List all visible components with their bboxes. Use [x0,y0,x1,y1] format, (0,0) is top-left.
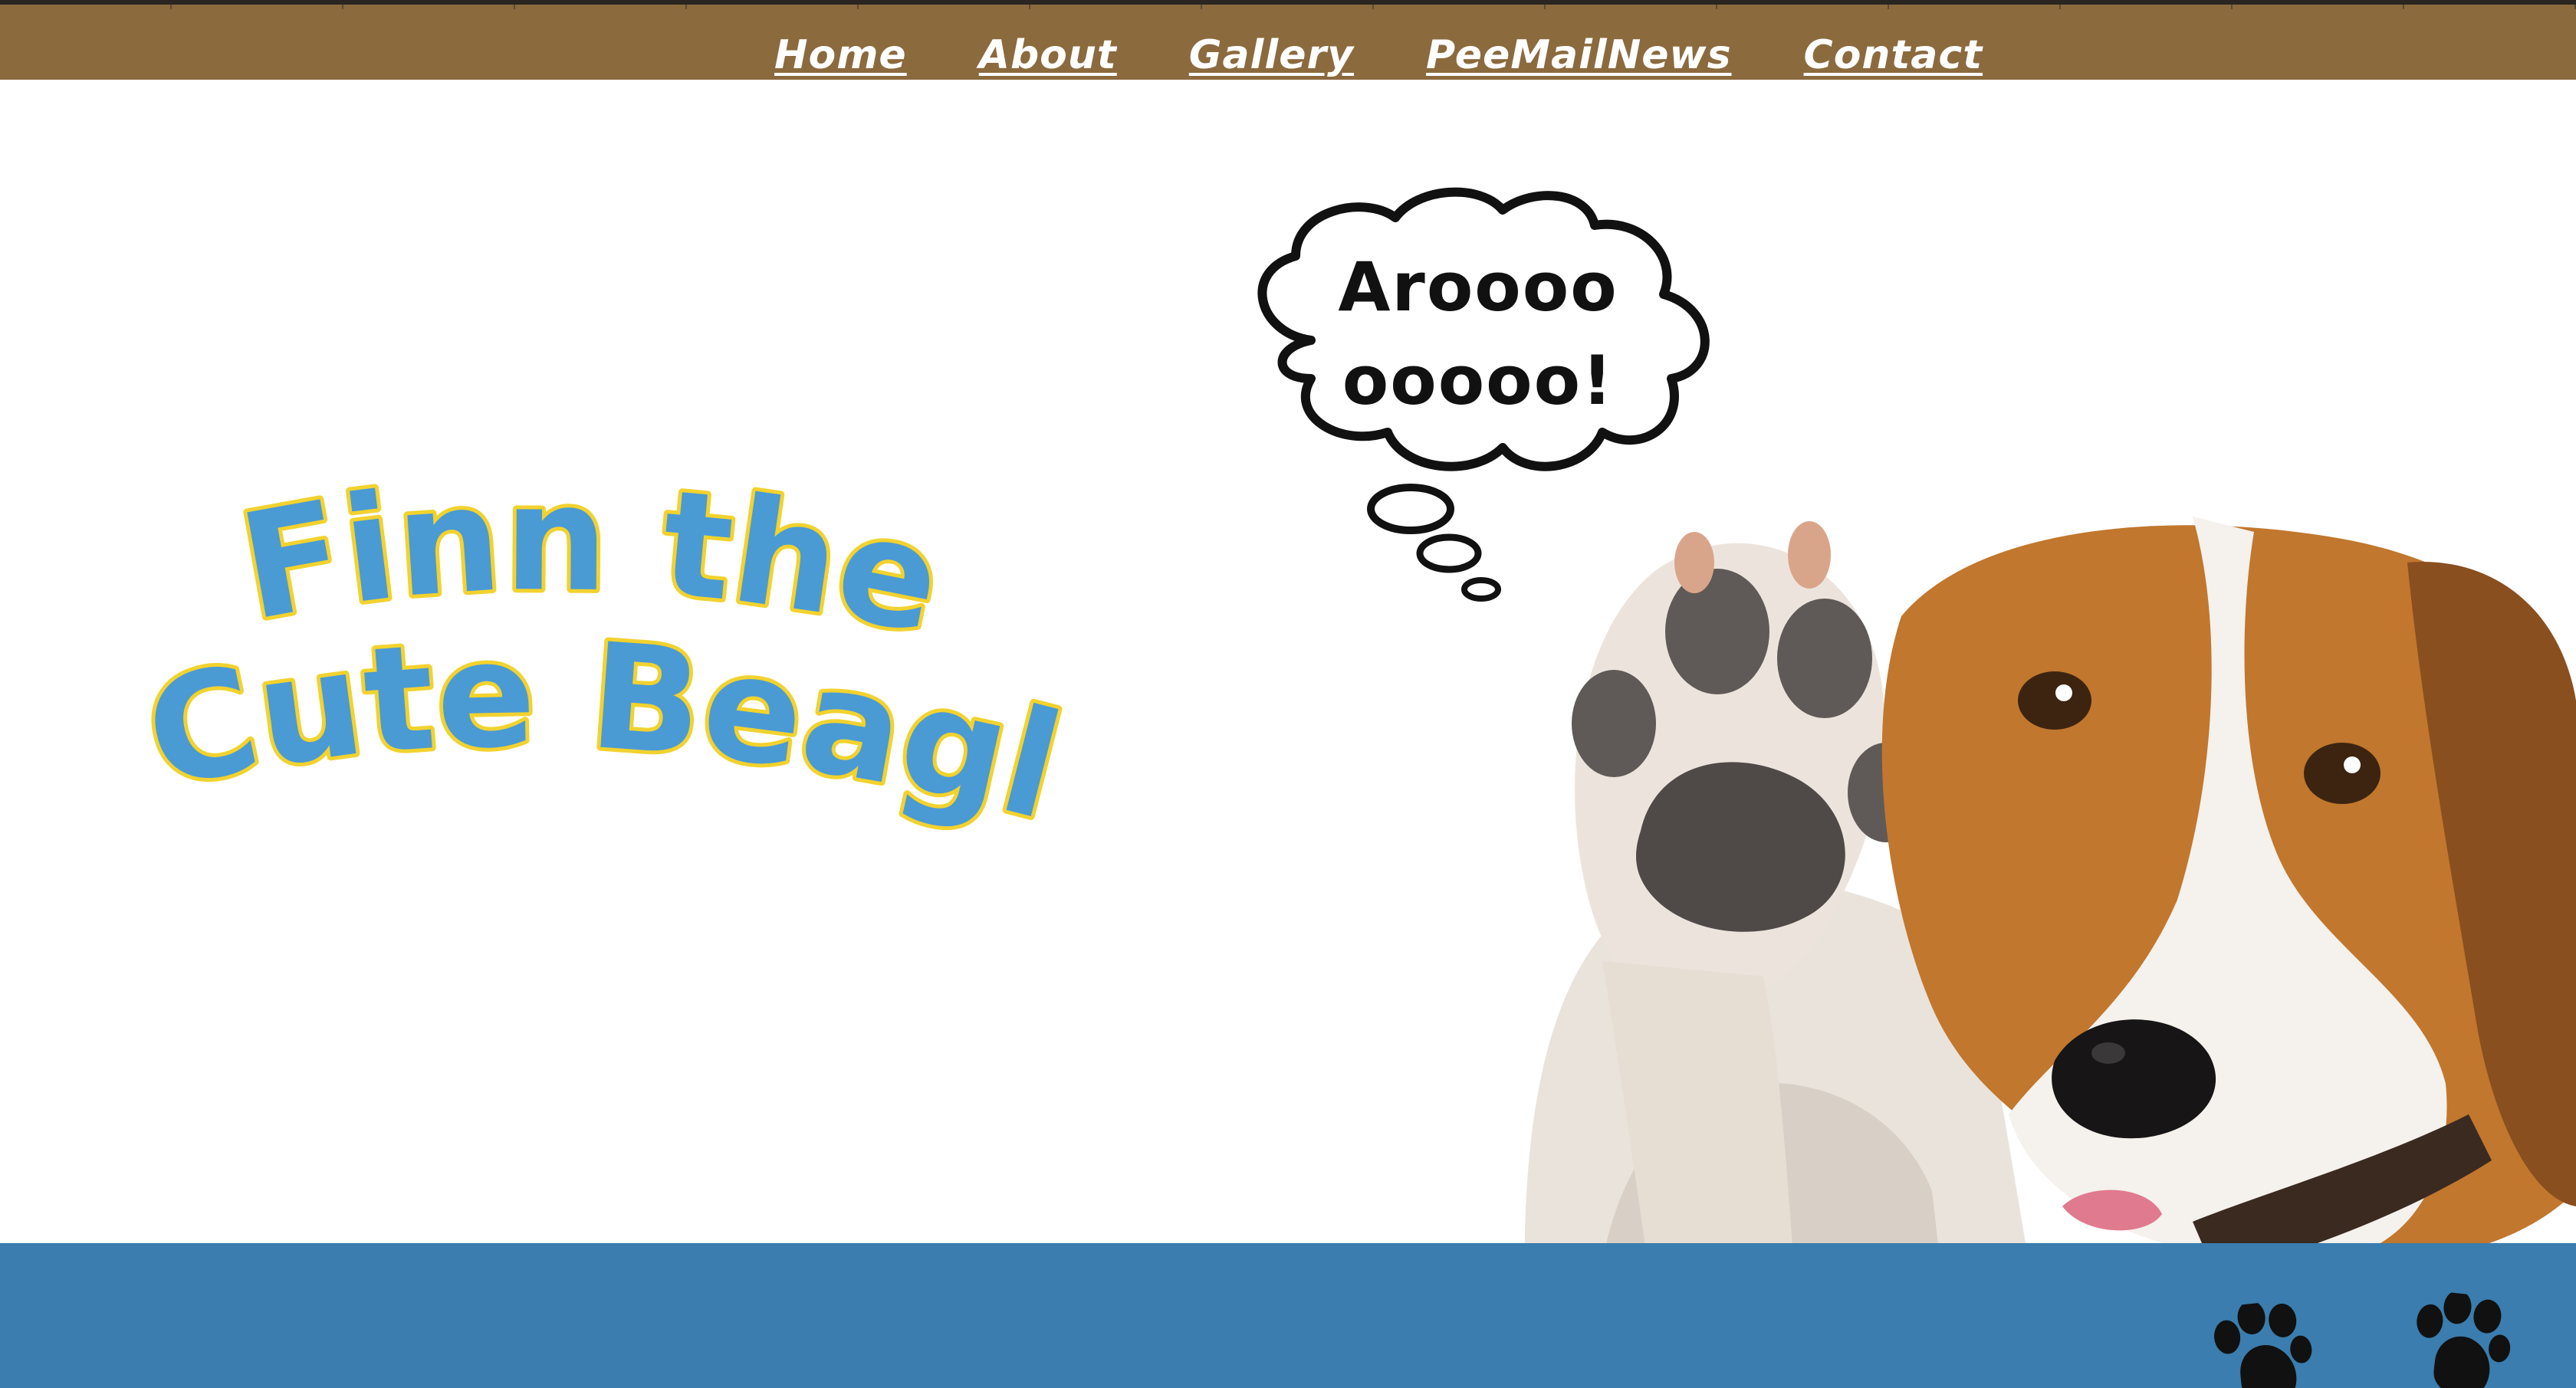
paw-print-icon [2203,1298,2321,1388]
bubble-line-1: Aroooo [1338,248,1618,326]
page: Home About Gallery PeeMailNews Contact F… [0,0,2576,1388]
nav-link-peemailnews[interactable]: PeeMailNews [1426,35,1732,75]
top-navigation-bar: Home About Gallery PeeMailNews Contact [0,0,2576,80]
footer-band [0,1243,2576,1388]
beagle-waving-paw-photo [1503,425,2576,1325]
bubble-line-2: ooooo! [1342,341,1615,420]
nav-link-home[interactable]: Home [774,35,907,75]
main-nav: Home About Gallery PeeMailNews Contact [774,35,2055,75]
nav-link-about[interactable]: About [979,35,1117,75]
nav-link-contact[interactable]: Contact [1804,35,1983,75]
bubble-text: Aroooo ooooo! [1325,241,1631,428]
paw-print-icon [2400,1288,2518,1388]
nav-link-gallery[interactable]: Gallery [1189,35,1354,75]
hero-section: Finn the Cute Beagle Aroooo oooo [0,80,2576,1325]
site-logo[interactable]: Finn the Cute Beagle [138,459,1089,888]
topbar-divider-strip [0,5,2576,9]
